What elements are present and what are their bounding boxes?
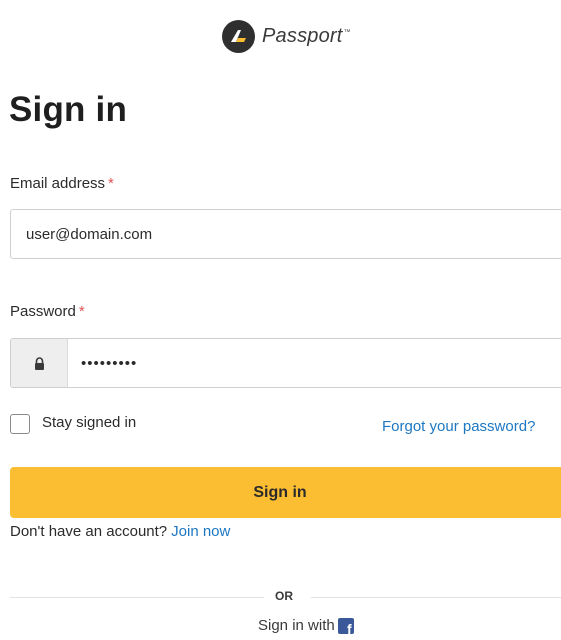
required-asterisk: * <box>108 175 114 192</box>
divider-line-left <box>10 597 264 598</box>
email-label: Email address * <box>10 175 114 192</box>
join-now-link[interactable]: Join now <box>171 523 230 540</box>
stay-signed-in-label: Stay signed in <box>42 413 137 431</box>
facebook-signin[interactable]: Sign in with f <box>258 617 354 634</box>
password-label: Password * <box>10 303 85 320</box>
no-account-prompt: Don't have an account? Join now <box>10 523 230 540</box>
facebook-icon[interactable]: f <box>337 617 354 634</box>
email-field[interactable] <box>10 209 561 259</box>
social-signin-text: Sign in with <box>258 617 335 634</box>
lock-icon <box>11 339 68 387</box>
no-account-text: Don't have an account? <box>10 523 168 540</box>
divider-line-right <box>311 597 561 598</box>
passport-logo-icon <box>222 19 255 53</box>
stay-signed-in-toggle[interactable]: Stay signed in <box>10 414 136 434</box>
page-title: Sign in <box>9 90 128 129</box>
brand-name: Passport™ <box>262 24 351 47</box>
password-field[interactable] <box>68 339 561 387</box>
passport-logo: Passport™ <box>222 19 351 53</box>
signin-page: Passport™ Sign in Email address* Passwor… <box>0 0 561 640</box>
trademark-mark: ™ <box>343 28 351 36</box>
signin-button[interactable]: Sign in <box>10 467 561 518</box>
or-divider: OR <box>10 589 561 605</box>
or-text: OR <box>275 589 293 603</box>
stay-signed-in-checkbox[interactable] <box>10 414 30 434</box>
required-asterisk: * <box>78 303 85 320</box>
forgot-password-link[interactable]: Forgot your password? <box>382 418 535 435</box>
password-field-group <box>10 338 561 388</box>
